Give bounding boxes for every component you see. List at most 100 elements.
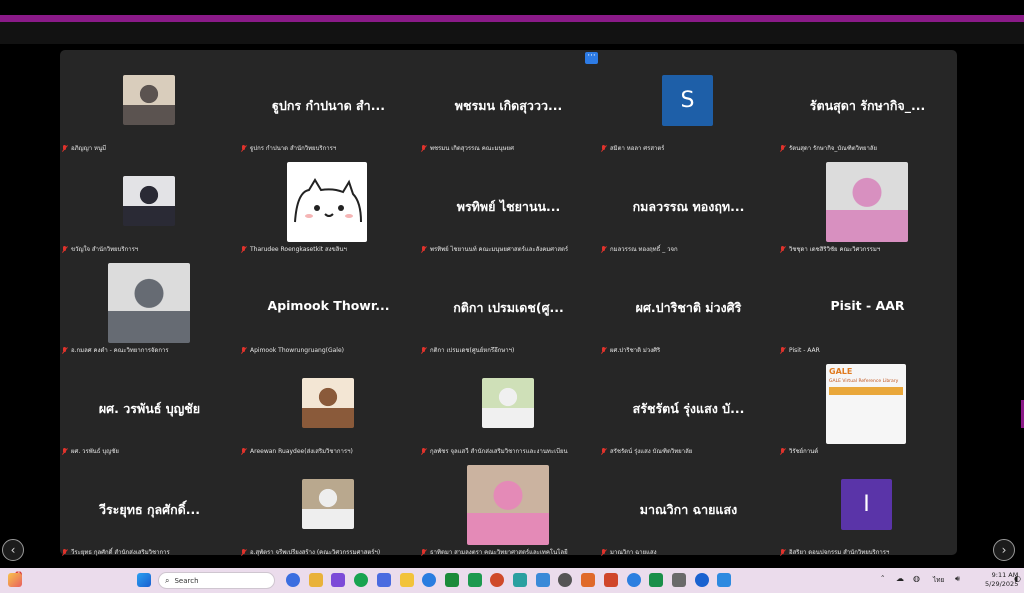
participant-name: อิสริยา ดอนปจกรรม สำนักวิทยบริการฯ [789,549,890,556]
mic-muted-icon [241,144,247,152]
participant-name-label: กติกา เปรมเดช(ศูนย์หกรึอึกษาฯ) [421,345,514,355]
gale-logo: GALE [829,367,853,376]
participant-tile[interactable]: พรทิพย์ ไชยานน... พรทิพย์ ไชยานนท์ คณะมนุ… [419,159,598,260]
participant-tile[interactable]: กมลวรรณ ทองฤท... กมลวรรณ ทองฤทธิ์ _ วจก [599,159,778,260]
participant-name-label: อิสริยา ดอนปจกรรม สำนักวิทยบริการฯ [780,547,889,557]
participant-tile[interactable]: GALE GALE Virtual Reference Library วิรัชย… [778,361,957,462]
mic-muted-icon [780,548,786,556]
mic-muted-icon [241,447,247,455]
mic-muted-icon [62,346,68,354]
participant-name-label: สมิตา หอลา ศรสาตร์ [601,143,664,153]
participant-name: อภิญญา หนูมี [71,145,107,152]
meeting-toolbar [0,22,1024,59]
participant-tile[interactable]: ธาทิตมา สามลงตรา คณะวิทยาศาสตร์และเทคโนโ… [419,462,598,563]
participant-tile[interactable]: พชรมน เกิดสุววว... พชรมน เกิดสุวรรณ คณะมน… [419,58,598,159]
participant-tile[interactable]: ผศ.ปาริชาติ ม่วงศิริ ผศ.ปาริชาติ ม่วงศิริ [599,260,778,361]
participant-tile[interactable]: ผศ. วรพันธ์ บุญชัย ผศ. วรพันธ์ บุญชัย [60,361,239,462]
network-icon[interactable]: ☁ [896,574,904,583]
participant-tile[interactable]: Pisit - AAR Pisit - AAR [778,260,957,361]
next-page-button[interactable]: › [993,539,1015,561]
participant-name: ผศ.ปาริชาติ ม่วงศิริ [610,347,661,354]
window-title-bar [0,0,1024,15]
taskbar-app-icon[interactable] [649,573,664,587]
taskbar-app-icon[interactable] [354,573,369,587]
mic-muted-icon [421,346,427,354]
taskbar-app-icon[interactable] [535,573,550,587]
participant-tile[interactable]: ฐูปกร กำปนาด สำ... ฐูปกร กำปนาด สำนักวิทย… [239,58,418,159]
participant-name: สมิตา หอลา ศรสาตร์ [610,145,665,152]
taskbar-search-input[interactable]: ⌕ Search [158,572,275,589]
taskbar-app-icon[interactable] [581,573,596,587]
cloud-icon[interactable]: ◍ [913,574,920,583]
taskbar-app-icon[interactable] [603,573,618,587]
taskbar-app-icon[interactable] [626,573,641,587]
mic-muted-icon [241,346,247,354]
participant-tile[interactable]: กติกา เปรมเดช(ศู... กติกา เปรมเดช(ศูนย์หก… [419,260,598,361]
participant-tile[interactable]: กุลพัชร จุลแสวี สำนักส่งเสริมวิชาการและง… [419,361,598,462]
participant-tile[interactable]: Areewan Ruaydee(ส่งเสริมวิชาการฯ) [239,361,418,462]
participant-name-label: อ.กมลศ คงดำ - คณะวิทยาการจัดการ [62,345,169,355]
participant-tile[interactable]: อ.กมลศ คงดำ - คณะวิทยาการจัดการ [60,260,239,361]
taskbar-app-icon[interactable] [376,573,391,587]
mic-muted-icon [780,144,786,152]
taskbar-app-icon[interactable] [717,573,732,587]
participant-name-label: ขวัญใจ สำนักวิทยบริการฯ [62,244,138,254]
participant-name-label: กุลพัชร จุลแสวี สำนักส่งเสริมวิชาการและง… [421,446,568,456]
participant-display-name: ผศ. วรพันธ์ บุญชัย [98,401,201,416]
participant-name-label: ผศ. วรพันธ์ บุญชัย [62,446,119,456]
participant-display-name: ฐูปกร กำปนาด สำ... [272,98,385,113]
taskbar-app-icon[interactable] [467,573,482,587]
volume-icon[interactable]: 🔊︎ [955,574,960,584]
taskbar-app-icon[interactable] [444,573,459,587]
cat-avatar-icon [287,162,367,242]
participant-tile[interactable]: วีระยุทธ กุลศักดิ์... วีระยุทธ กุลศักดิ์ … [60,462,239,563]
mic-muted-icon [421,447,427,455]
participant-tile[interactable]: อ.สุพัตรา จรีพเปรียงสร้าง (คณะวิศวกรรมศา… [239,462,418,563]
mic-muted-icon [601,346,607,354]
participant-name-label: อภิญญา หนูมี [62,143,106,153]
taskbar-app-icon[interactable] [694,573,709,587]
participant-name: ขวัญใจ สำนักวิทยบริการฯ [71,246,139,253]
previous-page-button[interactable]: ‹ [2,539,24,561]
participant-name: Tharudee Roengkasetkit สงขลินฯ [250,246,347,253]
participant-tile[interactable]: I อิสริยา ดอนปจกรรม สำนักวิทยบริการฯ [778,462,957,563]
more-options-button[interactable]: ··· [585,52,598,64]
participant-video [826,162,908,242]
taskbar-app-icon[interactable] [286,573,300,587]
mic-muted-icon [241,548,247,556]
participant-initial-avatar: S [662,75,713,126]
taskbar-app-icon[interactable] [399,573,414,587]
notifications-icon[interactable]: ◐ [1014,574,1021,583]
participant-name-label: พชรมน เกิดสุวรรณ คณะมนุษยศ [421,143,514,153]
participant-tile[interactable]: อภิญญา หนูมี [60,58,239,159]
tray-chevron-icon[interactable]: ⌃ [880,574,885,582]
taskbar-app-icon[interactable] [513,573,527,587]
weather-icon[interactable] [8,573,22,587]
participant-tile[interactable]: Tharudee Roengkasetkit สงขลินฯ [239,159,418,260]
taskbar-app-icon[interactable] [671,573,686,587]
mic-muted-icon [421,245,427,253]
participant-name-label: รัตนสุดา รักษากิจ_บัณฑิตวิทยาลัย [780,143,877,153]
participant-tile[interactable]: วิชชุดา เดชสิริวิชัย คณะวิศวกรรมฯ [778,159,957,260]
participant-display-name: พชรมน เกิดสุววว... [454,98,563,113]
start-icon[interactable] [137,573,151,587]
participant-display-name: รัตนสุดา รักษากิจ_... [809,98,926,113]
participant-name-label: Areewan Ruaydee(ส่งเสริมวิชาการฯ) [241,446,353,456]
participant-initial-avatar: I [841,479,892,530]
taskbar-app-icon[interactable] [331,573,346,587]
language-indicator[interactable]: ไทย [933,575,944,585]
participant-tile[interactable]: รัตนสุดา รักษากิจ_... รัตนสุดา รักษากิจ_บ… [778,58,957,159]
participant-tile[interactable]: ขวัญใจ สำนักวิทยบริการฯ [60,159,239,260]
meeting-accent-bar [0,15,1024,22]
participant-name-label: วีระยุทธ กุลศักดิ์ สำนักส่งเสริมวิชาการ [62,547,170,557]
mic-muted-icon [62,245,68,253]
participant-tile[interactable]: Apimook Thowr... Apimook Thowrungruang(Ga… [239,260,418,361]
participant-tile[interactable]: สรัชรัตน์ รุ่งแสง บั... สรัชรัตน์ รุ่งแสง… [599,361,778,462]
participant-display-name: Pisit - AAR [830,298,905,313]
participant-tile[interactable]: มาณวิกา ฉายแสง มาณวิกา ฉายแสง [599,462,778,563]
taskbar-app-icon[interactable] [308,573,323,587]
participant-name-label: ธาทิตมา สามลงตรา คณะวิทยาศาสตร์และเทคโนโ… [421,547,568,557]
mic-muted-icon [601,245,607,253]
participant-tile[interactable]: S สมิตา หอลา ศรสาตร์ [599,58,778,159]
participant-video [108,263,190,343]
